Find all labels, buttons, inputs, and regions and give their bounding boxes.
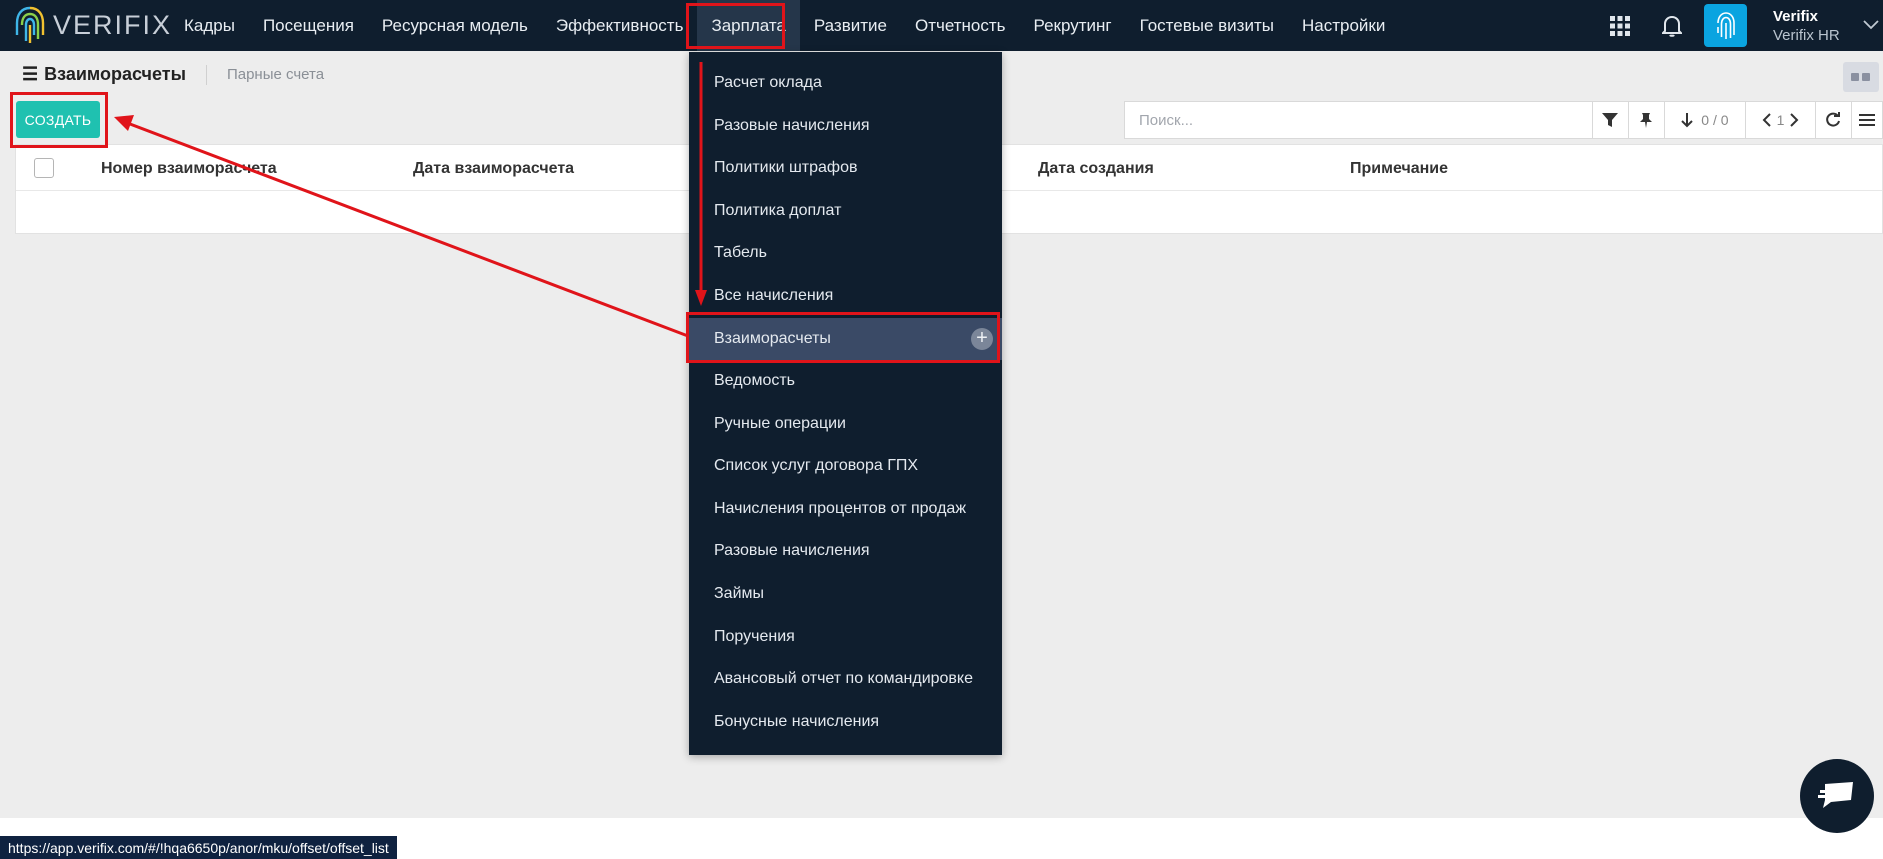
column-offset-date[interactable]: Дата взаиморасчета <box>413 160 574 178</box>
page-number: 1 <box>1776 112 1785 128</box>
menu-item-one-time-accruals-2[interactable]: Разовые начисления <box>689 530 1002 572</box>
diagonal-arrow-head <box>114 115 134 131</box>
menu-item-travel-advance-report[interactable]: Авансовый отчет по командировке <box>689 658 1002 700</box>
brand-name: VERIFIX <box>53 9 173 40</box>
fingerprint-logo-icon <box>15 6 45 43</box>
offsets-item-highlight <box>686 312 1000 363</box>
menu-item-penalty-policies[interactable]: Политики штрафов <box>689 147 1002 189</box>
chevron-down-icon[interactable] <box>1863 20 1879 30</box>
nav-item-attendance[interactable]: Посещения <box>249 0 368 51</box>
menu-item-loans[interactable]: Займы <box>689 573 1002 615</box>
chevron-left-icon[interactable] <box>1762 113 1771 127</box>
columns-menu-icon[interactable] <box>1852 102 1882 138</box>
page-title-text: Взаиморасчеты <box>44 64 186 84</box>
pin-icon[interactable] <box>1629 102 1665 138</box>
menu-item-statement[interactable]: Ведомость <box>689 360 1002 402</box>
page-navigation: 1 <box>1746 102 1816 138</box>
verifix-logo[interactable]: VERIFIX <box>13 3 172 47</box>
avatar[interactable] <box>1704 4 1747 47</box>
chevron-right-icon[interactable] <box>1790 113 1799 127</box>
nav-item-recruiting[interactable]: Рекрутинг <box>1020 0 1126 51</box>
menu-icon[interactable]: ☰ <box>22 64 38 85</box>
apps-grid-icon[interactable] <box>1594 0 1646 51</box>
pager-count: 0 / 0 <box>1701 112 1729 128</box>
status-url: https://app.verifix.com/#/!hqa6650p/anor… <box>0 836 397 859</box>
menu-item-all-accruals[interactable]: Все начисления <box>689 275 1002 317</box>
menu-item-sales-percent[interactable]: Начисления процентов от продаж <box>689 488 1002 530</box>
column-created-date[interactable]: Дата создания <box>1038 160 1154 178</box>
nav-item-reports[interactable]: Отчетность <box>901 0 1020 51</box>
create-button-highlight <box>10 92 108 148</box>
menu-item-manual-operations[interactable]: Ручные операции <box>689 403 1002 445</box>
fingerprint-icon <box>1716 11 1735 39</box>
menu-item-timesheet[interactable]: Табель <box>689 232 1002 274</box>
page-title: ☰ Взаиморасчеты <box>22 64 186 85</box>
filter-icon[interactable] <box>1593 102 1629 138</box>
column-offset-number[interactable]: Номер взаиморасчета <box>101 160 277 178</box>
nav-item-resource-model[interactable]: Ресурсная модель <box>368 0 542 51</box>
nav-item-development[interactable]: Развитие <box>800 0 901 51</box>
sort-down-icon[interactable] <box>1681 112 1693 128</box>
menu-item-bonus-accruals[interactable]: Бонусные начисления <box>689 701 1002 743</box>
pager: 0 / 0 <box>1665 102 1747 138</box>
chat-icon <box>1818 782 1853 808</box>
breadcrumb-divider <box>205 64 207 85</box>
column-note[interactable]: Примечание <box>1350 160 1448 178</box>
paired-accounts-link[interactable]: Парные счета <box>227 66 324 83</box>
salary-dropdown-menu: Расчет оклада Разовые начисления Политик… <box>689 52 1002 755</box>
menu-item-one-time-accruals[interactable]: Разовые начисления <box>689 105 1002 147</box>
refresh-icon[interactable] <box>1816 102 1852 138</box>
top-right-controls: Verifix Verifix HR <box>1594 0 1883 51</box>
top-navigation-bar: VERIFIX Кадры Посещения Ресурсная модель… <box>0 0 1883 51</box>
keyboard-icon[interactable] <box>1843 62 1879 92</box>
nav-item-kadry[interactable]: Кадры <box>170 0 249 51</box>
select-all-checkbox[interactable] <box>34 158 54 178</box>
nav-item-guest-visits[interactable]: Гостевые визиты <box>1126 0 1288 51</box>
chat-button[interactable] <box>1800 759 1874 833</box>
menu-item-gph-services[interactable]: Список услуг договора ГПХ <box>689 445 1002 487</box>
salary-menu-highlight <box>686 3 785 49</box>
search-input[interactable] <box>1125 102 1593 138</box>
menu-item-salary-calc[interactable]: Расчет оклада <box>689 62 1002 104</box>
menu-item-orders[interactable]: Поручения <box>689 616 1002 658</box>
nav-item-settings[interactable]: Настройки <box>1288 0 1399 51</box>
menu-item-bonus-policy[interactable]: Политика доплат <box>689 190 1002 232</box>
nav-item-efficiency[interactable]: Эффективность <box>542 0 698 51</box>
breadcrumb: ☰ Взаиморасчеты Парные счета <box>22 64 324 85</box>
bell-icon[interactable] <box>1646 0 1698 51</box>
search-toolbar: 0 / 0 1 <box>1124 101 1883 139</box>
